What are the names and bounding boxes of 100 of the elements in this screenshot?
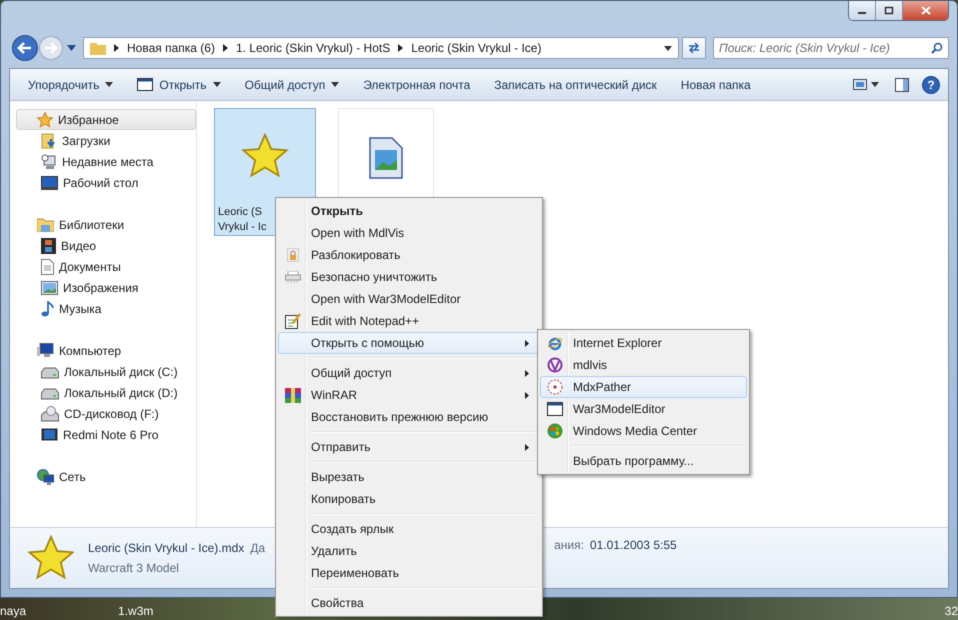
menu-item[interactable]: Свойства [278, 592, 540, 614]
close-button[interactable] [903, 1, 948, 20]
device-icon [41, 428, 58, 441]
menu-item[interactable]: Создать ярлык [278, 518, 540, 540]
browser-icon [547, 335, 563, 351]
caret-icon[interactable] [664, 46, 672, 50]
desktop-label: 32 [944, 604, 958, 620]
menu-item[interactable]: Безопасно уничтожить [278, 266, 540, 288]
file-name: Leoric (Skin Vrykul - Ice).mdx [88, 541, 244, 555]
nav-item[interactable]: Видео [10, 235, 196, 256]
toolbar-button[interactable]: Общий доступ [234, 74, 350, 96]
refresh-arrows-icon [687, 42, 701, 54]
breadcrumb-arrow-icon[interactable] [222, 44, 228, 52]
nav-item[interactable]: Документы [10, 256, 196, 277]
history-caret-icon[interactable] [67, 45, 76, 51]
toolbar-button[interactable]: Открыть [127, 74, 231, 96]
image-file-icon [369, 137, 403, 179]
maximize-button[interactable] [876, 1, 903, 20]
document-icon [41, 258, 54, 274]
field-label: ания: [554, 538, 584, 552]
search-field[interactable]: Поиск: Leoric (Skin Vrykul - Ice) [713, 37, 949, 59]
menu-item[interactable]: Восстановить прежнюю версию [278, 406, 540, 428]
nav-group-item[interactable]: Избранное [16, 109, 196, 130]
menu-item[interactable]: Общий доступ [278, 362, 540, 384]
picture-icon [853, 79, 867, 90]
breadcrumb-arrow-icon[interactable] [398, 44, 404, 52]
menu-item[interactable]: Удалить [278, 540, 540, 562]
nav-item[interactable]: Локальный диск (D:) [10, 382, 196, 403]
window-icon [137, 78, 154, 91]
refresh-button[interactable] [682, 37, 706, 59]
notepad-icon [285, 313, 301, 329]
menu-item[interactable]: Windows Media Center [540, 420, 747, 442]
nav-item[interactable]: Недавние места [10, 151, 196, 172]
shredder-icon [285, 271, 301, 283]
target-icon [547, 379, 563, 395]
search-icon [931, 42, 943, 54]
help-button[interactable]: ? [922, 76, 940, 94]
menu-item[interactable]: MdxPather [540, 376, 747, 398]
star-file-icon [28, 535, 74, 581]
stacked-books-icon [285, 388, 301, 402]
pane-icon [895, 78, 909, 92]
menu-item[interactable]: Выбрать программу... [540, 450, 747, 472]
menu-item[interactable]: WinRAR [278, 384, 540, 406]
field-value: 01.01.2003 5:55 [590, 538, 677, 552]
menu-item[interactable]: Вырезать [278, 466, 540, 488]
menu-item[interactable]: War3ModelEditor [540, 398, 747, 420]
menu-item[interactable]: Open with War3ModelEditor [278, 288, 540, 310]
star-file-icon [240, 133, 290, 179]
nav-item[interactable]: Redmi Note 6 Pro [10, 424, 196, 445]
computer-icon [37, 343, 54, 358]
nav-item[interactable]: Рабочий стол [10, 172, 196, 193]
submenu-arrow-icon [525, 370, 529, 377]
cd-drive-icon [41, 406, 59, 422]
address-bar[interactable]: Новая папка (6) 1. Leoric (Skin Vrykul) - HotS Leoric (Skin Vrykul - Ice) [83, 37, 679, 59]
breadcrumb[interactable]: Leoric (Skin Vrykul - Ice) [411, 41, 542, 55]
view-options-button[interactable] [850, 76, 882, 93]
download-folder-icon [41, 132, 57, 148]
toolbar-button[interactable]: Электронная почта [353, 74, 480, 96]
toolbar-button[interactable]: Новая папка [670, 74, 761, 96]
nav-item[interactable]: CD-дисковод (F:) [10, 403, 196, 424]
hard-drive-icon [41, 386, 59, 400]
field-label: Да [250, 541, 266, 555]
minimize-button[interactable] [849, 1, 876, 20]
desktop-label: 1.w3m [118, 604, 154, 620]
menu-item[interactable]: Переименовать [278, 562, 540, 584]
nav-group-item[interactable]: Сеть [16, 466, 196, 487]
nav-group-item[interactable]: Библиотеки [16, 214, 196, 235]
menu-item[interactable]: mdlvis [540, 354, 747, 376]
recent-places-icon [41, 154, 57, 170]
folder-icon [37, 217, 54, 232]
breadcrumb-arrow-icon[interactable] [114, 44, 119, 52]
desktop-label: naya [0, 604, 26, 620]
monitor-icon [41, 176, 58, 190]
window-icon [547, 402, 563, 416]
caret-icon [871, 82, 879, 87]
breadcrumb[interactable]: 1. Leoric (Skin Vrykul) - HotS [236, 41, 390, 55]
submenu-arrow-icon [525, 392, 529, 399]
globe-computer-icon [37, 468, 54, 484]
media-center-icon [547, 423, 563, 439]
music-note-icon [41, 300, 54, 316]
folder-icon [90, 41, 106, 55]
lock-icon [287, 248, 299, 262]
menu-item[interactable]: Открыть с помощью [278, 332, 540, 354]
file-type: Warcraft 3 Model [88, 561, 180, 575]
picture-icon [41, 280, 58, 294]
nav-item[interactable]: Музыка [10, 298, 196, 319]
nav-item[interactable]: Локальный диск (C:) [10, 361, 196, 382]
menu-item[interactable]: Разблокировать [278, 244, 540, 266]
nav-item[interactable]: Изображения [10, 277, 196, 298]
menu-item[interactable]: Internet Explorer [540, 332, 747, 354]
toolbar-button[interactable]: Записать на оптический диск [484, 74, 667, 96]
menu-item[interactable]: Edit with Notepad++ [278, 310, 540, 332]
toolbar-button[interactable]: Упорядочить [18, 74, 124, 96]
nav-group-item[interactable]: Компьютер [16, 340, 196, 361]
file-name: Leoric (S Vrykul - Ic [218, 205, 266, 235]
breadcrumb[interactable]: Новая папка (6) [127, 41, 215, 55]
menu-item[interactable]: Копировать [278, 488, 540, 510]
menu-item[interactable]: Отправить [278, 436, 540, 458]
nav-item[interactable]: Загрузки [10, 130, 196, 151]
hard-drive-icon [41, 364, 59, 378]
